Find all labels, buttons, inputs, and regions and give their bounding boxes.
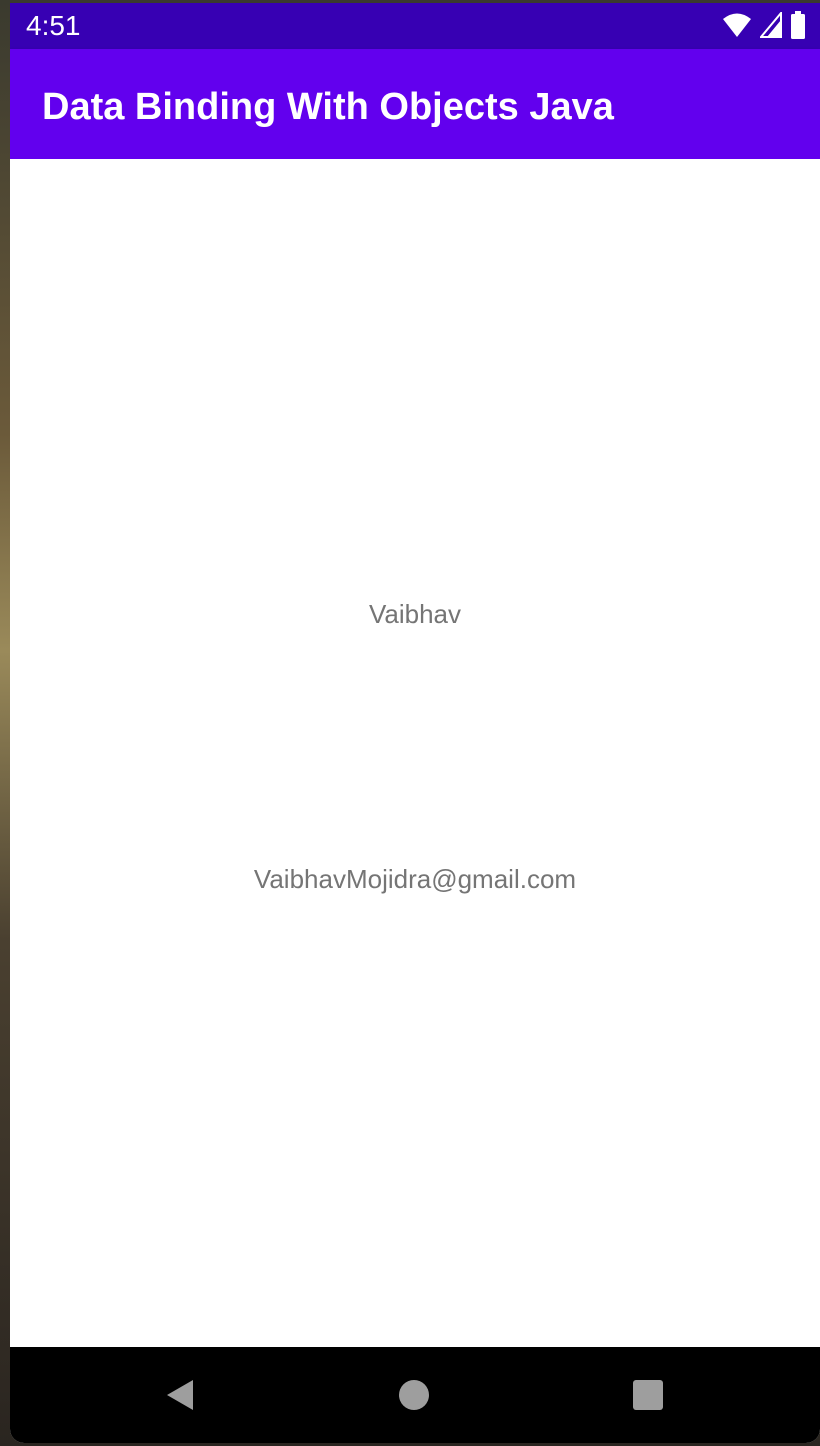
status-time: 4:51 [26,10,81,41]
status-icons [722,9,806,44]
app-bar: Data Binding With Objects Java [10,49,820,159]
home-button[interactable] [394,1377,434,1417]
back-button[interactable] [160,1377,200,1417]
recents-icon [632,1379,664,1416]
home-icon [398,1379,430,1416]
name-text: Vaibhav [368,599,462,629]
phone-screen: 4:51 Data Binding With Objects Java Vaib… [10,3,820,1443]
navigation-bar [10,1347,820,1443]
app-title: Data Binding With Objects Java [42,86,614,128]
battery-icon [790,10,806,44]
wifi-icon [722,12,752,43]
email-text: VaibhavMojidra@gmail.com [253,864,577,894]
recents-button[interactable] [628,1377,668,1417]
back-icon [165,1378,195,1417]
status-bar: 4:51 [10,3,820,49]
main-content: Vaibhav VaibhavMojidra@gmail.com [10,159,820,1347]
signal-icon [758,9,782,43]
